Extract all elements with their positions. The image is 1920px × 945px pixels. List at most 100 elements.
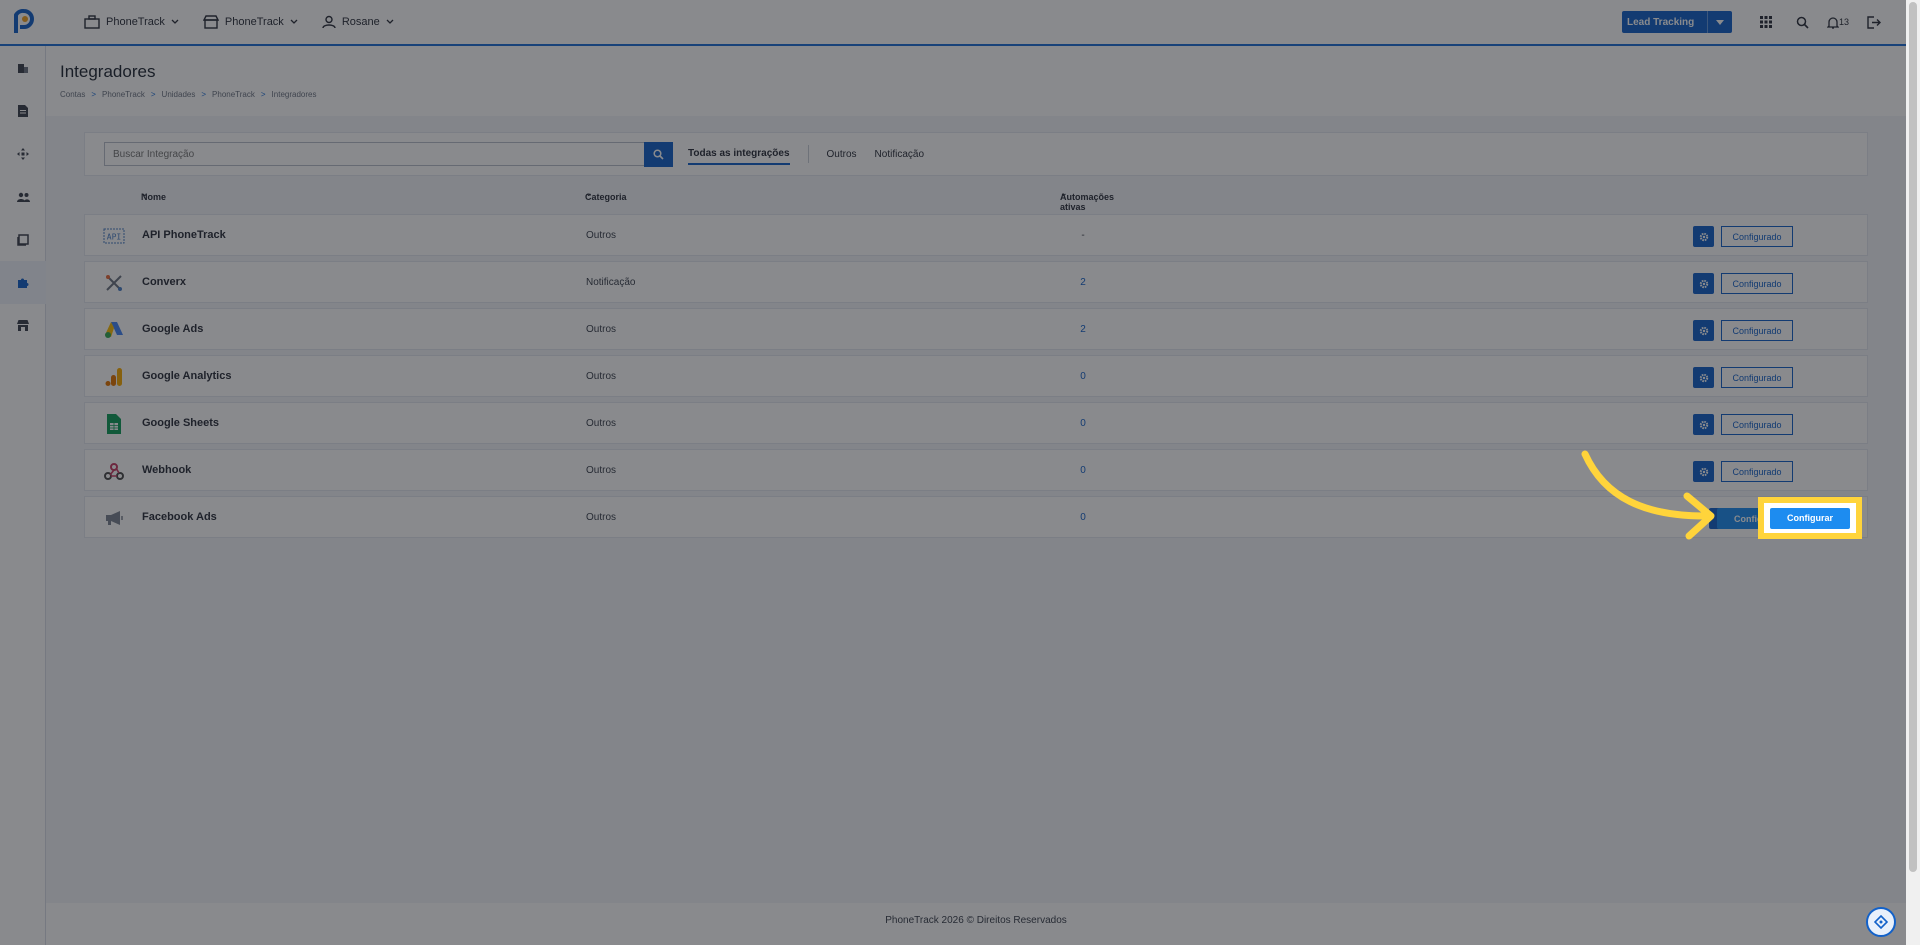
breadcrumb: Contas > PhoneTrack > Unidades > PhoneTr… [60,90,1892,99]
integration-automations[interactable]: 2 [1073,277,1093,288]
integration-automations[interactable]: 0 [1073,418,1093,429]
search-input[interactable] [104,142,644,166]
user-menu[interactable]: Rosane [322,15,394,29]
svg-text:API: API [107,233,122,242]
tab-others[interactable]: Outros [827,145,857,164]
page-header: Integradores Contas > PhoneTrack > Unida… [46,46,1906,116]
table-row: Google Ads Outros 2 Configurado [84,308,1868,350]
move-icon [17,147,29,160]
table-row: API API PhoneTrack Outros - Configurado [84,214,1868,256]
settings-button[interactable] [1693,320,1714,341]
settings-button[interactable] [1693,273,1714,294]
breadcrumb-item[interactable]: PhoneTrack [212,90,255,99]
building-icon [18,63,28,73]
sidebar-item-accounts[interactable] [0,46,46,89]
highlighted-configure-button[interactable]: Configurar [1770,507,1850,529]
account-menu-label: PhoneTrack [106,16,165,28]
search-button[interactable] [644,141,673,167]
column-header-automations[interactable]: Automações ativas ⌄ [1060,188,1114,212]
integration-name: Converx [142,276,187,288]
integration-automations[interactable]: 0 [1073,465,1093,476]
integration-category: Outros [586,371,617,382]
converx-icon [103,272,125,294]
account-menu[interactable]: PhoneTrack [84,15,179,29]
chevron-down-icon [290,19,298,24]
table-row: Converx Notificação 2 Configurado [84,261,1868,303]
gear-icon [1699,326,1708,335]
document-icon [18,104,28,117]
tab-notification[interactable]: Notificação [875,145,924,164]
annotation-arrow-icon [1581,450,1715,540]
phonetrack-logo[interactable] [0,0,46,44]
chat-diamond-icon [1874,915,1888,929]
megaphone-icon [103,507,125,529]
tab-divider [807,145,809,163]
gear-icon [1699,373,1708,382]
table-row: Google Analytics Outros 0 Configurado [84,355,1868,397]
breadcrumb-item[interactable]: PhoneTrack [102,90,145,99]
breadcrumb-separator: > [201,90,207,99]
integration-name: Google Analytics [142,370,232,382]
column-header-category[interactable]: Categoria ⌄ [585,188,627,202]
settings-button[interactable] [1693,226,1714,247]
briefcase-icon [84,15,100,29]
integration-category: Outros [586,324,617,335]
breadcrumb-separator: > [150,90,156,99]
lead-tracking-label: Lead Tracking [1627,16,1695,28]
integration-name: Google Sheets [142,417,220,429]
integration-automations[interactable]: 2 [1073,324,1093,335]
search-icon[interactable] [1784,0,1820,44]
column-header-name[interactable]: Nome ⌄ [141,188,166,202]
filter-panel: Todas as integrações Outros Notificação [84,132,1868,176]
integration-category: Notificação [586,277,636,288]
breadcrumb-item[interactable]: Contas [60,90,85,99]
page-title: Integradores [60,62,156,81]
sidebar [0,46,46,945]
webhook-icon [103,460,125,482]
shop-icon [17,319,29,331]
lead-tracking-button[interactable]: Lead Tracking [1622,11,1732,33]
logout-icon[interactable] [1856,0,1892,44]
sidebar-item-library[interactable] [0,218,46,261]
integration-name: Google Ads [142,323,204,335]
breadcrumb-separator: > [91,90,97,99]
api-icon: API [103,225,125,247]
integration-category: Outros [586,512,617,523]
integration-automations[interactable]: 0 [1073,371,1093,382]
help-widget-button[interactable] [1866,907,1896,937]
configured-button[interactable]: Configurado [1721,226,1793,247]
scrollbar[interactable] [1906,0,1920,945]
caret-down-icon [1716,19,1724,25]
chevron-down-icon [171,19,179,24]
integration-category: Outros [586,465,617,476]
scrollbar-thumb[interactable] [1909,2,1917,872]
sidebar-item-users[interactable] [0,175,46,218]
notification-count: 13 [1838,17,1849,27]
google-analytics-icon [103,366,125,388]
table-row: Google Sheets Outros 0 Configurado [84,402,1868,444]
sidebar-item-flows[interactable] [0,132,46,175]
unit-menu-label: PhoneTrack [224,16,284,28]
configured-button[interactable]: Configurado [1721,367,1793,388]
sidebar-item-reports[interactable] [0,89,46,132]
breadcrumb-item: Integradores [271,90,317,99]
integration-category: Outros [586,418,617,429]
apps-grid-icon[interactable] [1748,0,1784,44]
tab-all[interactable]: Todas as integrações [688,144,790,165]
sidebar-item-store[interactable] [0,304,46,347]
configured-button[interactable]: Configurado [1721,273,1793,294]
sidebar-item-integrations[interactable] [0,261,46,304]
settings-button[interactable] [1693,414,1714,435]
breadcrumb-separator: > [260,90,266,99]
integration-category: Outros [586,230,617,241]
notifications-button[interactable]: 13 [1820,0,1856,44]
configured-button[interactable]: Configurado [1721,414,1793,435]
configured-button[interactable]: Configurado [1721,320,1793,341]
breadcrumb-item[interactable]: Unidades [162,90,196,99]
top-bar: PhoneTrack PhoneTrack Rosane Lead Tracki… [0,0,1906,46]
integration-name: API PhoneTrack [142,229,226,241]
chevron-down-icon [386,19,394,24]
unit-menu[interactable]: PhoneTrack [202,15,298,29]
settings-button[interactable] [1693,367,1714,388]
integration-automations[interactable]: 0 [1073,512,1093,523]
